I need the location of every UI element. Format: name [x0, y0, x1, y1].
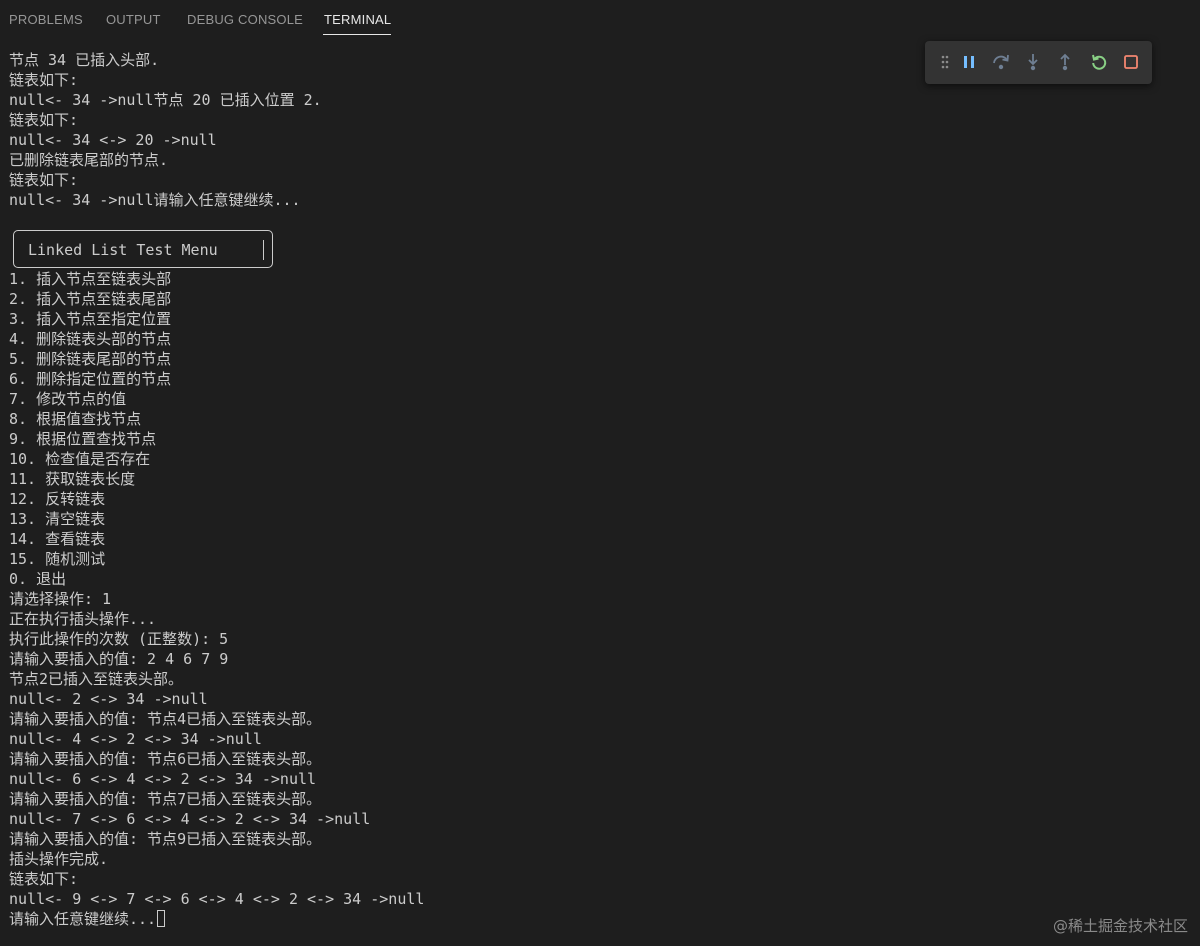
terminal-line: 5. 删除链表尾部的节点 — [9, 350, 172, 368]
terminal-line: 执行此操作的次数 (正整数): 5 — [9, 630, 229, 648]
menu-title-box: Linked List Test Menu — [13, 230, 273, 268]
terminal-output[interactable]: 节点 34 已插入头部. 链表如下: null<- 34 ->null节点 20 已… — [9, 50, 1189, 946]
terminal-line: null<- 34 ->null节点 20 已插入位置 2. — [9, 91, 322, 109]
terminal-line: 2. 插入节点至链表尾部 — [9, 290, 172, 308]
terminal-line: 请输入要插入的值: 节点6已插入至链表头部。 — [9, 750, 322, 768]
terminal-line: null<- 2 <-> 34 ->null — [9, 690, 208, 708]
terminal-line: 4. 删除链表头部的节点 — [9, 330, 172, 348]
terminal-line: 14. 查看链表 — [9, 530, 106, 548]
terminal-line: null<- 34 <-> 20 ->null — [9, 131, 217, 149]
terminal-line: 正在执行插头操作... — [9, 610, 157, 628]
menu-box-bar — [263, 240, 264, 260]
watermark-text: @稀土掘金技术社区 — [1052, 917, 1188, 935]
terminal-line: 12. 反转链表 — [9, 490, 106, 508]
debug-toolbar — [925, 41, 1152, 84]
tab-output[interactable]: OUTPUT — [106, 12, 161, 27]
terminal-line: 插头操作完成. — [9, 850, 109, 868]
step-over-icon[interactable] — [990, 51, 1012, 73]
terminal-line: 已删除链表尾部的节点. — [9, 151, 169, 169]
terminal-line: null<- 9 <-> 7 <-> 6 <-> 4 <-> 2 <-> 34 … — [9, 890, 425, 908]
terminal-line: 3. 插入节点至指定位置 — [9, 310, 172, 328]
terminal-lines-bottom: 1. 插入节点至链表头部 2. 插入节点至链表尾部 3. 插入节点至指定位置 4. 删… — [9, 269, 1189, 909]
terminal-line: 请选择操作: 1 — [9, 590, 112, 608]
terminal-line: 7. 修改节点的值 — [9, 390, 127, 408]
terminal-line: 链表如下: — [9, 171, 79, 189]
terminal-line: 0. 退出 — [9, 570, 67, 588]
restart-icon[interactable] — [1088, 51, 1110, 73]
terminal-line: 请输入要插入的值: 节点9已插入至链表头部。 — [9, 830, 322, 848]
tab-terminal[interactable]: TERMINAL — [324, 12, 391, 27]
step-into-icon[interactable] — [1022, 51, 1044, 73]
terminal-line: 链表如下: — [9, 870, 79, 888]
terminal-line: 10. 检查值是否存在 — [9, 450, 151, 468]
prompt-text: 请输入任意键继续... — [9, 910, 157, 928]
terminal-line: 请输入要插入的值: 2 4 6 7 9 — [9, 650, 229, 668]
terminal-line: 链表如下: — [9, 111, 79, 129]
terminal-line: null<- 4 <-> 2 <-> 34 ->null — [9, 730, 262, 748]
terminal-line: 1. 插入节点至链表头部 — [9, 270, 172, 288]
terminal-line: 6. 删除指定位置的节点 — [9, 370, 172, 388]
terminal-line: 请输入要插入的值: 节点4已插入至链表头部。 — [9, 710, 322, 728]
terminal-line: 请输入要插入的值: 节点7已插入至链表头部。 — [9, 790, 322, 808]
terminal-line: null<- 7 <-> 6 <-> 4 <-> 2 <-> 34 ->null — [9, 810, 371, 828]
terminal-line: null<- 34 ->null请输入任意键继续... — [9, 191, 301, 209]
pause-icon[interactable] — [958, 51, 980, 73]
terminal-line: 11. 获取链表长度 — [9, 470, 136, 488]
step-out-icon[interactable] — [1054, 51, 1076, 73]
menu-title: Linked List Test Menu — [28, 241, 218, 259]
terminal-line: 8. 根据值查找节点 — [9, 410, 142, 428]
terminal-line: null<- 6 <-> 4 <-> 2 <-> 34 ->null — [9, 770, 317, 788]
terminal-cursor — [157, 910, 166, 927]
panel-tab-bar: PROBLEMS OUTPUT DEBUG CONSOLE TERMINAL — [0, 0, 1200, 40]
tab-problems[interactable]: PROBLEMS — [9, 12, 83, 27]
terminal-line: 9. 根据位置查找节点 — [9, 430, 157, 448]
terminal-prompt-line: 请输入任意键继续... — [9, 909, 1189, 929]
stop-icon[interactable] — [1120, 51, 1142, 73]
terminal-line: 15. 随机测试 — [9, 550, 106, 568]
terminal-line: 节点2已插入至链表头部。 — [9, 670, 184, 688]
tab-debug-console[interactable]: DEBUG CONSOLE — [187, 12, 303, 27]
grip-icon[interactable] — [934, 51, 956, 73]
active-tab-indicator — [323, 34, 391, 35]
terminal-line: 13. 清空链表 — [9, 510, 106, 528]
